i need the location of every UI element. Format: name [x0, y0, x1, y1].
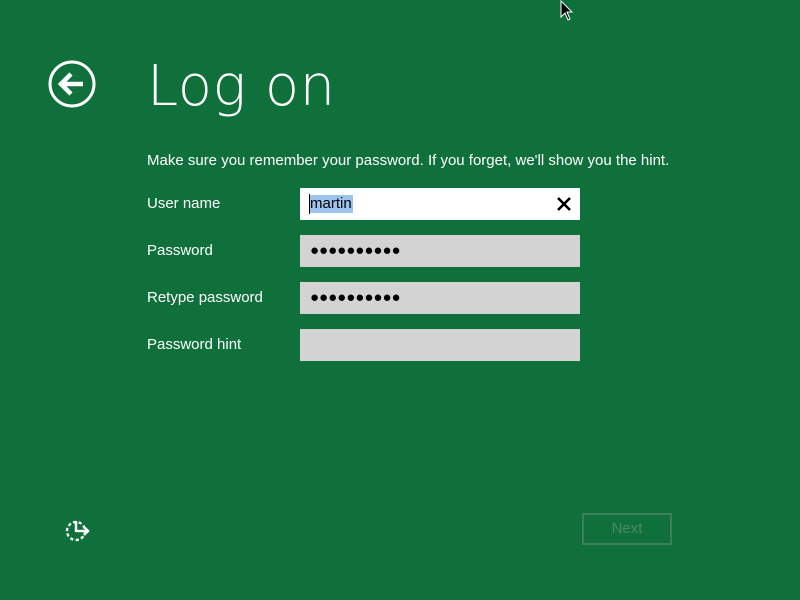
password-hint-input[interactable]: [300, 329, 580, 361]
page-title: Log on: [147, 54, 336, 119]
back-arrow-icon: [48, 60, 96, 108]
password-label: Password: [147, 242, 213, 259]
username-label: User name: [147, 195, 221, 212]
username-input[interactable]: martin: [300, 188, 580, 220]
password-masked-value: ●●●●●●●●●●: [310, 242, 401, 259]
password-hint-label: Password hint: [147, 336, 242, 353]
text-caret: [309, 194, 310, 214]
next-button[interactable]: Next: [582, 513, 672, 545]
username-value: martin: [309, 195, 353, 213]
retype-password-input[interactable]: ●●●●●●●●●●: [300, 282, 580, 314]
username-row: User name martin: [147, 188, 580, 220]
ease-of-access-icon[interactable]: [64, 517, 92, 545]
password-hint-row: Password hint: [147, 329, 580, 361]
close-icon[interactable]: [556, 196, 572, 212]
retype-password-masked-value: ●●●●●●●●●●: [310, 289, 401, 306]
mouse-cursor-icon: [560, 0, 574, 21]
password-row: Password ●●●●●●●●●●: [147, 235, 580, 267]
back-button[interactable]: [48, 60, 96, 108]
password-input[interactable]: ●●●●●●●●●●: [300, 235, 580, 267]
instructions-text: Make sure you remember your password. If…: [147, 152, 670, 169]
retype-password-row: Retype password ●●●●●●●●●●: [147, 282, 580, 314]
retype-password-label: Retype password: [147, 289, 263, 306]
